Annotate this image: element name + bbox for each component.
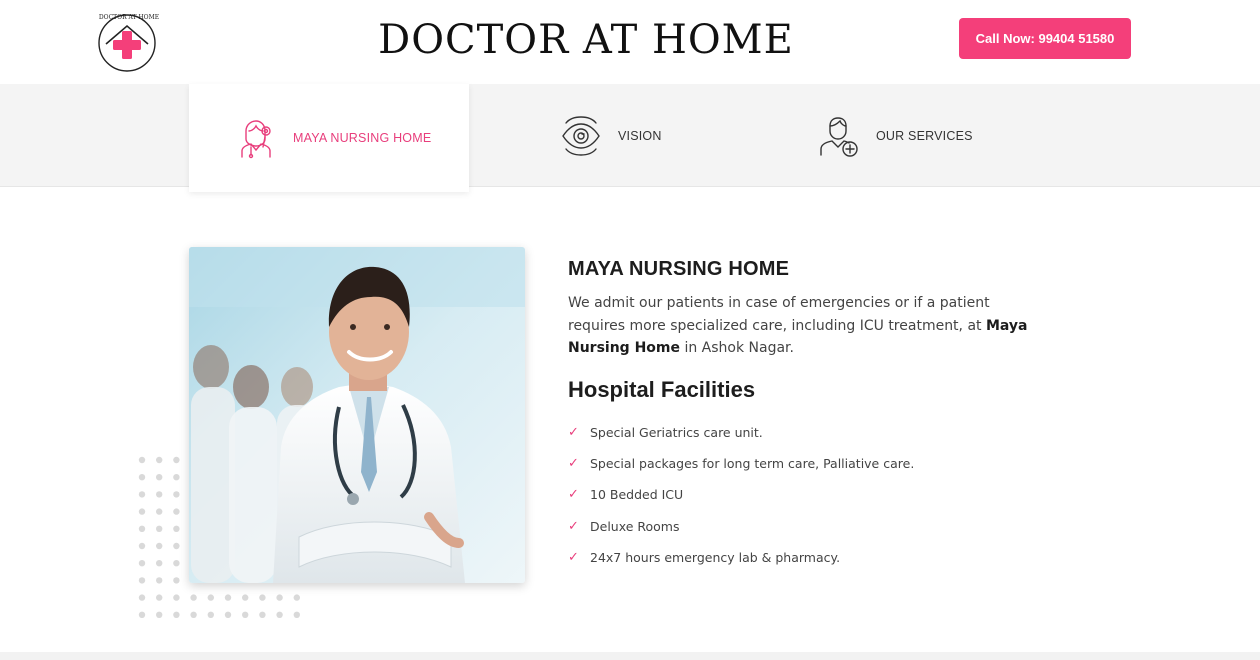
- list-item: ✓ Special Geriatrics care unit.: [568, 417, 1048, 448]
- pattern-dot: [224, 611, 232, 618]
- pattern-dot: [276, 594, 283, 601]
- facilities-list: ✓ Special Geriatrics care unit. ✓ Special …: [568, 417, 1048, 573]
- pattern-dot: [138, 611, 146, 618]
- tab-label: OUR SERVICES: [876, 128, 973, 143]
- nurse-icon: [241, 120, 271, 159]
- pattern-dot: [173, 577, 180, 584]
- pattern-dot: [156, 525, 163, 532]
- facility-label: Special packages for long term care, Pal…: [590, 455, 915, 471]
- pattern-dot: [138, 594, 146, 601]
- check-icon: ✓: [568, 487, 579, 503]
- section-title: MAYA NURSING HOME: [568, 258, 790, 280]
- pattern-dot: [156, 560, 163, 567]
- check-icon: ✓: [568, 518, 579, 534]
- check-icon: ✓: [568, 549, 579, 565]
- tab-label: VISION: [618, 128, 662, 143]
- facility-label: 24x7 hours emergency lab & pharmacy.: [590, 549, 841, 565]
- pattern-dot: [207, 611, 214, 618]
- description-text: We admit our patients in case of emergen…: [568, 295, 990, 334]
- pattern-dot: [293, 594, 300, 601]
- section-description: We admit our patients in case of emergen…: [568, 292, 1048, 360]
- pattern-dot: [156, 508, 163, 515]
- list-item: ✓ 10 Bedded ICU: [568, 479, 1048, 510]
- content-panel: MAYA NURSING HOME We admit our patients …: [568, 258, 1048, 573]
- pattern-dot: [173, 611, 180, 618]
- bottom-strip: [0, 652, 1260, 660]
- tab-vision[interactable]: VISION: [560, 84, 760, 187]
- pattern-dot: [190, 611, 197, 618]
- tabs-bar: MAYA NURSING HOME VISION OUR SERVICES: [0, 84, 1260, 192]
- facility-label: Special Geriatrics care unit.: [590, 424, 763, 440]
- pattern-dot: [173, 474, 180, 481]
- list-item: ✓ Special packages for long term care, Pa…: [568, 448, 1048, 479]
- pattern-dot: [138, 542, 146, 550]
- pattern-dot: [173, 594, 180, 601]
- pattern-dot: [173, 508, 180, 515]
- pattern-dot: [224, 594, 232, 601]
- facility-label: Deluxe Rooms: [590, 518, 680, 534]
- pattern-dot: [173, 542, 180, 550]
- pattern-dot: [138, 474, 146, 481]
- call-now-button[interactable]: Call Now: 99404 51580: [959, 18, 1131, 59]
- tab-label: MAYA NURSING HOME: [293, 131, 432, 145]
- pattern-dot: [173, 560, 180, 567]
- pattern-dot: [156, 456, 163, 464]
- check-icon: ✓: [568, 455, 579, 471]
- tab-maya-nursing-home[interactable]: MAYA NURSING HOME: [189, 84, 469, 192]
- facilities-title: Hospital Facilities: [568, 376, 756, 402]
- pattern-dot: [156, 474, 163, 481]
- facility-label: 10 Bedded ICU: [590, 487, 684, 503]
- pattern-dot: [138, 491, 146, 498]
- pattern-dot: [242, 611, 249, 618]
- list-item: ✓ 24x7 hours emergency lab & pharmacy.: [568, 542, 1048, 573]
- description-text-end: in Ashok Nagar.: [680, 340, 794, 356]
- doctor-photo: [189, 247, 525, 583]
- pattern-dot: [156, 594, 163, 601]
- pattern-dot: [156, 542, 163, 550]
- pattern-dot: [242, 594, 249, 601]
- pattern-dot: [173, 456, 180, 464]
- pattern-dot: [156, 577, 163, 584]
- pattern-dot: [156, 491, 163, 498]
- pattern-dot: [138, 560, 146, 567]
- pattern-dot: [190, 594, 197, 601]
- pattern-dot: [156, 611, 163, 618]
- pattern-dot: [207, 594, 214, 601]
- pattern-dot: [173, 491, 180, 498]
- list-item: ✓ Deluxe Rooms: [568, 510, 1048, 541]
- pattern-dot: [259, 611, 266, 618]
- site-header: DOCTOR AT HOME DOCTOR AT HOME Call Now: …: [0, 0, 1260, 84]
- pattern-dot: [138, 508, 146, 515]
- pattern-dot: [138, 456, 146, 464]
- check-icon: ✓: [568, 424, 579, 440]
- pattern-dot: [293, 611, 300, 618]
- pattern-dot: [259, 594, 266, 601]
- pattern-dot: [138, 525, 146, 532]
- pattern-dot: [276, 611, 283, 618]
- eye-icon: [562, 115, 600, 156]
- pattern-dot: [173, 525, 180, 532]
- doctor-plus-icon: [820, 116, 858, 157]
- pattern-dot: [138, 577, 146, 584]
- tab-our-services[interactable]: OUR SERVICES: [818, 84, 1038, 187]
